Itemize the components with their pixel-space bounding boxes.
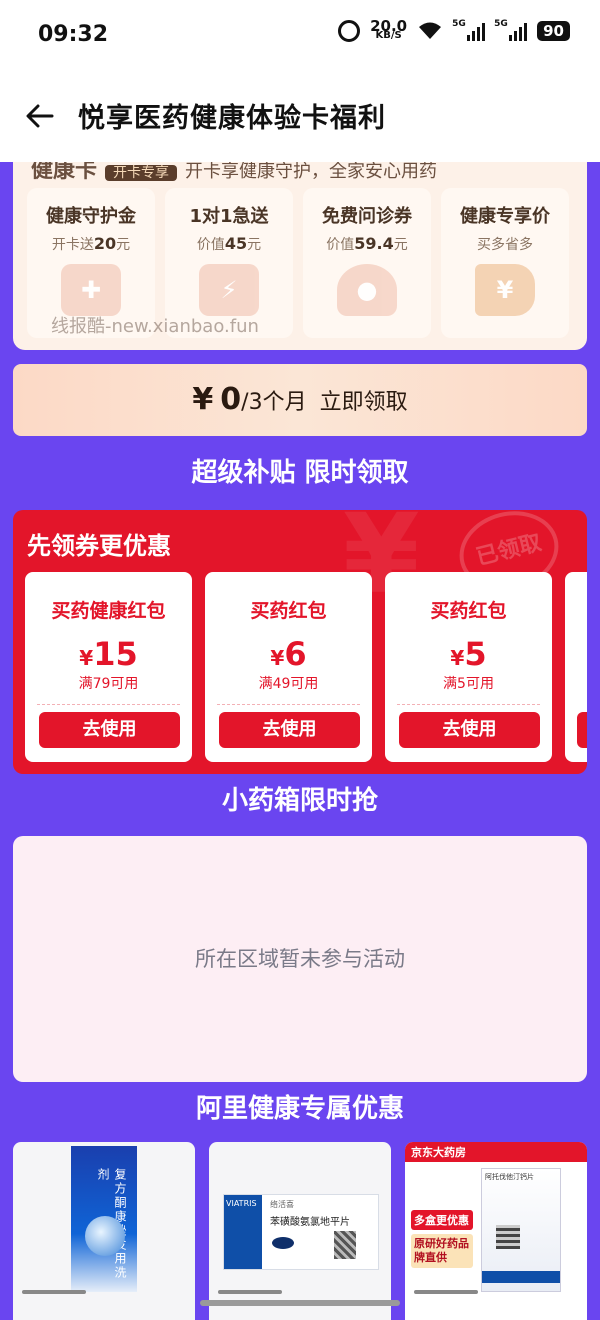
- product-name: 苯磺酸氨氯地平片: [270, 1217, 350, 1228]
- coupon-condition: 满79可用: [78, 676, 139, 692]
- use-coupon-button[interactable]: 去使用: [39, 712, 180, 748]
- status-icons: 20.0 KB/S 5G 5G 90: [338, 19, 570, 42]
- price-tag-icon: ¥: [475, 264, 535, 316]
- claim-button[interactable]: ¥ 0/3个月 立即领取: [13, 364, 587, 436]
- scroll-indicator: [218, 1290, 282, 1294]
- claim-period: /3个月: [241, 390, 307, 415]
- battery-icon: 90: [537, 21, 570, 41]
- coupon-card: 买药红包 ¥6 满49可用 去使用: [205, 572, 372, 762]
- coupon-section-title: 先领券更优惠: [27, 532, 171, 560]
- card-header-cut: 健康卡 开卡专享 开卡享健康守护，全家安心用药: [31, 162, 437, 184]
- promo-badge-top: 多盒更优惠: [411, 1210, 473, 1230]
- claim-action: 立即领取: [319, 390, 408, 415]
- use-coupon-button-partial[interactable]: [577, 712, 587, 748]
- product-box-text: 阿托伐他汀钙片: [485, 1173, 534, 1181]
- product-image: VIATRIS 络活喜 苯磺酸氨氯地平片: [223, 1194, 379, 1270]
- benefit-item[interactable]: 免费问诊券 价值59.4元 ●: [303, 188, 431, 338]
- coupon-card-partial[interactable]: [565, 572, 587, 762]
- net-speed: 20.0 KB/S: [370, 19, 407, 41]
- benefit-item[interactable]: 健康专享价 买多省多 ¥: [441, 188, 569, 338]
- coupon-list: 买药健康红包 ¥15 满79可用 去使用 买药红包 ¥6 满49可用 去使用 买…: [25, 572, 587, 762]
- eye-logo-icon: [272, 1237, 294, 1249]
- signal-label-2: 5G: [494, 19, 508, 29]
- doctor-icon: ●: [337, 264, 397, 316]
- product-band: [482, 1271, 560, 1283]
- coupon-name: 买药红包: [250, 600, 327, 622]
- watermark: 线报酷-new.xianbao.fun: [51, 316, 259, 337]
- coupon-section: ¥ 已领取 先领券更优惠 买药健康红包 ¥15 满79可用 去使用 买药红包 ¥…: [13, 510, 587, 774]
- divider: [397, 704, 540, 705]
- water-drop-icon: [85, 1216, 125, 1256]
- page-header: 悦享医药健康体验卡福利: [0, 72, 600, 162]
- delivery-truck-icon: ⚡: [199, 264, 259, 316]
- benefit-title: 免费问诊券: [322, 206, 412, 227]
- scroll-indicator: [414, 1290, 478, 1294]
- wifi-icon: [419, 22, 442, 39]
- store-label: 京东大药房: [405, 1142, 587, 1162]
- product-image: 复方酮康唑发用洗剂: [71, 1146, 137, 1292]
- card-tag: 开卡专享: [105, 165, 178, 181]
- card-label: 健康卡: [31, 162, 98, 183]
- status-time: 09:32: [38, 22, 109, 47]
- benefit-title: 健康守护金: [46, 206, 136, 227]
- benefit-title: 健康专享价: [460, 206, 550, 227]
- benefit-sub: 开卡送20元: [51, 234, 131, 253]
- divider: [217, 704, 360, 705]
- page-title: 悦享医药健康体验卡福利: [78, 103, 386, 134]
- empty-state: 所在区域暂未参与活动: [13, 836, 587, 1082]
- claim-currency: ¥: [192, 382, 214, 417]
- coupon-price: ¥6: [270, 635, 307, 673]
- section-title-ali-health: 阿里健康专属优惠: [195, 1094, 404, 1124]
- use-coupon-button[interactable]: 去使用: [219, 712, 360, 748]
- signal-icon-2: 5G: [494, 19, 528, 41]
- coupon-name: 买药红包: [430, 600, 507, 622]
- divider: [37, 704, 180, 705]
- coupon-price: ¥5: [450, 635, 487, 673]
- back-arrow-icon[interactable]: [22, 98, 58, 134]
- promo-badge: 多盒更优惠 原研好药品牌直供: [411, 1210, 473, 1268]
- use-coupon-button[interactable]: 去使用: [399, 712, 540, 748]
- coupon-card: 买药健康红包 ¥15 满79可用 去使用: [25, 572, 192, 762]
- medicine-box-icon: ✚: [61, 264, 121, 316]
- section-title-subsidy: 超级补贴 限时领取: [191, 458, 409, 488]
- coupon-condition: 满5可用: [443, 676, 494, 692]
- home-indicator[interactable]: [200, 1300, 400, 1306]
- qr-code-icon: [496, 1225, 520, 1249]
- claim-amount: 0: [220, 382, 242, 417]
- promo-badge-bottom: 原研好药品牌直供: [411, 1234, 473, 1268]
- net-speed-unit: KB/S: [375, 30, 402, 41]
- product-list: 复方酮康唑发用洗剂 VIATRIS 络活喜 苯磺酸氨氯地平片 京东大药房 多盒更…: [13, 1142, 587, 1320]
- scroll-indicator: [22, 1290, 86, 1294]
- signal-label: 5G: [452, 19, 466, 29]
- benefit-sub: 价值59.4元: [326, 234, 408, 253]
- qr-code-icon: [334, 1231, 356, 1259]
- benefit-sub: 买多省多: [477, 237, 533, 253]
- product-maker: VIATRIS: [224, 1195, 262, 1269]
- status-bar: 09:32 20.0 KB/S 5G 5G 90: [0, 0, 600, 72]
- card-desc: 开卡享健康守护，全家安心用药: [185, 162, 438, 182]
- coupon-card: 买药红包 ¥5 满5可用 去使用: [385, 572, 552, 762]
- product-image: 阿托伐他汀钙片: [481, 1168, 561, 1292]
- coupon-condition: 满49可用: [258, 676, 319, 692]
- product-brand: 络活喜: [270, 1200, 294, 1209]
- benefit-title: 1对1急送: [189, 206, 269, 227]
- signal-icon: 5G: [452, 19, 486, 41]
- benefits-card: 健康卡 开卡专享 开卡享健康守护，全家安心用药 健康守护金 开卡送20元 ✚ 1对1…: [13, 162, 587, 350]
- benefit-sub: 价值45元: [196, 234, 262, 253]
- alarm-icon: [338, 20, 361, 42]
- coupon-name: 买药健康红包: [51, 600, 166, 622]
- section-title-medicine-box: 小药箱限时抢: [221, 786, 378, 816]
- coupon-price: ¥15: [79, 635, 138, 673]
